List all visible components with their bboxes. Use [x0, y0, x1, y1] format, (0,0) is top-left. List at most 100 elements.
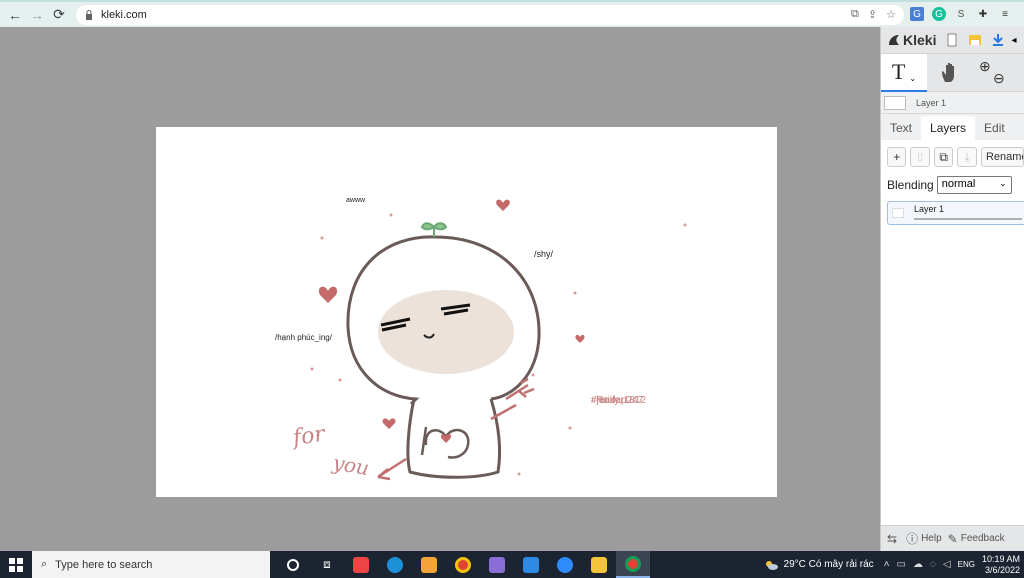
shy-text: /shy/ — [534, 249, 554, 259]
address-bar[interactable]: kleki.com ⧉ ⇪ ☆ — [76, 5, 904, 25]
heart-decoration — [575, 334, 585, 343]
weather-text: 29°C Có mây rải rác — [783, 559, 874, 570]
weather-cloud-icon — [765, 560, 778, 570]
extension-s-icon[interactable]: S — [954, 7, 968, 21]
tab-text[interactable]: Text — [881, 116, 921, 140]
task-view-button[interactable]: ⧈ — [310, 551, 344, 578]
share-icon[interactable]: ⇪ — [868, 8, 877, 21]
taskbar-explorer[interactable] — [582, 551, 616, 578]
layer-preview-row[interactable]: Layer 1 — [881, 92, 1024, 114]
forward-button[interactable]: → — [26, 4, 48, 26]
taskbar-chrome-active[interactable] — [616, 551, 650, 578]
weather-widget[interactable]: 29°C Có mây rải rác — [764, 559, 874, 570]
zoom-buttons: ⊕ ⊖ — [973, 54, 1019, 92]
duplicate-layer-button[interactable]: ⧉ — [933, 147, 954, 167]
chrome-icon — [625, 555, 641, 572]
more-arrow-icon[interactable]: ◂ — [1011, 35, 1016, 46]
heart-decoration — [318, 286, 338, 303]
layers-tab-body: + ▯ ⧉ ⤓ Rename Blending normal ⌄ Layer 1 — [881, 140, 1024, 532]
chevron-up-icon[interactable]: ˄ — [884, 559, 890, 570]
merge-down-icon: ⤓ — [964, 149, 970, 164]
taskbar-mail[interactable] — [514, 551, 548, 578]
duplicate-icon: ⧉ — [939, 149, 948, 164]
blending-value: normal — [941, 178, 976, 190]
forward-arrow-icon: → — [30, 6, 44, 23]
layer-opacity-slider[interactable] — [914, 218, 1022, 220]
onedrive-icon[interactable]: ☁ — [913, 559, 923, 570]
feedback-button[interactable]: ✎ Feedback — [948, 532, 1005, 546]
clock[interactable]: 10:19 AM 3/6/2022 — [982, 554, 1020, 576]
taskbar-paint[interactable] — [480, 551, 514, 578]
system-tray: 29°C Có mây rải rác ˄ ▭ ☁ ◌ ◁ ENG 10:19 … — [764, 551, 1024, 578]
blending-row: Blending normal ⌄ — [887, 176, 1024, 194]
download-icon[interactable] — [991, 33, 1005, 47]
lock-icon — [86, 10, 92, 20]
feedback-icon: ✎ — [947, 531, 958, 546]
panel-header: Kleki ◂ — [881, 27, 1024, 54]
tool-row: T ⌄ ⊕ ⊖ — [881, 53, 1024, 92]
device-icon[interactable]: ▭ — [897, 559, 906, 570]
taskbar-chrome[interactable] — [446, 551, 480, 578]
reload-icon: ⟳ — [53, 6, 65, 22]
plus-icon: + — [893, 150, 901, 164]
layer-preview-label: Layer 1 — [916, 97, 947, 108]
swap-icon: ⇆ — [887, 531, 898, 546]
help-button[interactable]: ⓘ Help — [906, 530, 942, 547]
layer-toolbar: + ▯ ⧉ ⤓ Rename — [887, 147, 1024, 167]
kleki-logo[interactable]: Kleki — [887, 32, 936, 48]
blending-select[interactable]: normal ⌄ — [936, 176, 1012, 194]
reading-list-icon[interactable]: ≡ — [998, 7, 1012, 21]
hand-icon — [942, 62, 954, 82]
cortana-button[interactable] — [276, 551, 310, 578]
zoom-icon — [557, 556, 573, 573]
save-icon[interactable] — [968, 33, 982, 47]
rename-layer-button[interactable]: Rename — [980, 147, 1024, 167]
delete-layer-button[interactable]: ▯ — [910, 147, 930, 167]
chevron-down-icon: ⌄ — [909, 74, 917, 83]
taskbar-edge[interactable] — [378, 551, 412, 578]
start-button[interactable] — [0, 551, 32, 578]
bookmark-star-icon[interactable]: ☆ — [886, 8, 896, 21]
drawing-canvas[interactable]: for you awww /shy/ /hạnh phúc_ing/ #Roxy… — [156, 127, 777, 497]
grammarly-icon[interactable]: G — [932, 7, 946, 21]
clock-time: 10:19 AM — [981, 553, 1020, 564]
taskbar-search[interactable]: ⌕ Type here to search — [32, 551, 270, 578]
edge-icon — [387, 556, 403, 573]
layer-list-item[interactable]: Layer 1 — [887, 201, 1024, 225]
language-indicator[interactable]: ENG — [958, 560, 975, 569]
extension-translate-icon[interactable]: G — [910, 7, 924, 21]
network-icon[interactable]: ◌ — [930, 559, 936, 570]
hand-tool-button[interactable] — [927, 54, 973, 92]
paint-icon — [489, 556, 505, 573]
layer-preview-thumbnail — [884, 95, 906, 110]
arrow-decoration — [377, 457, 407, 481]
text-tool-icon: T — [891, 58, 906, 84]
tab-layers[interactable]: Layers — [921, 116, 976, 140]
new-file-icon[interactable] — [945, 33, 959, 47]
zoom-in-icon[interactable]: ⊕ — [979, 58, 991, 75]
tab-edit[interactable]: Edit — [975, 116, 1014, 140]
heart-hands — [424, 428, 470, 459]
merge-layer-button[interactable]: ⤓ — [957, 147, 977, 167]
volume-icon[interactable]: ◁ — [943, 559, 951, 570]
canvas-area[interactable]: for you awww /shy/ /hạnh phúc_ing/ #Roxy… — [0, 27, 880, 551]
extensions-puzzle-icon[interactable]: ✚ — [976, 7, 990, 21]
windows-logo-icon — [9, 557, 23, 572]
translate-icon[interactable]: ⧉ — [851, 8, 859, 21]
zoom-out-icon[interactable]: ⊖ — [993, 70, 1005, 87]
app-icon — [353, 556, 369, 573]
back-button[interactable]: ← — [4, 4, 26, 26]
heart-decoration — [382, 418, 396, 429]
taskbar-zoom[interactable] — [548, 551, 582, 578]
taskbar-app-1[interactable] — [344, 551, 378, 578]
search-icon: ⌕ — [41, 558, 48, 570]
help-label: Help — [921, 533, 942, 544]
taskbar-apps: ⧈ — [276, 551, 650, 578]
swap-sides-button[interactable]: ⇆ — [887, 532, 900, 546]
taskbar-store[interactable] — [412, 551, 446, 578]
add-layer-button[interactable]: + — [887, 147, 907, 167]
layer-thumbnail — [892, 208, 904, 218]
folder-icon — [591, 556, 607, 573]
reload-button[interactable]: ⟳ — [48, 4, 70, 26]
text-tool-button[interactable]: T ⌄ — [881, 53, 927, 92]
